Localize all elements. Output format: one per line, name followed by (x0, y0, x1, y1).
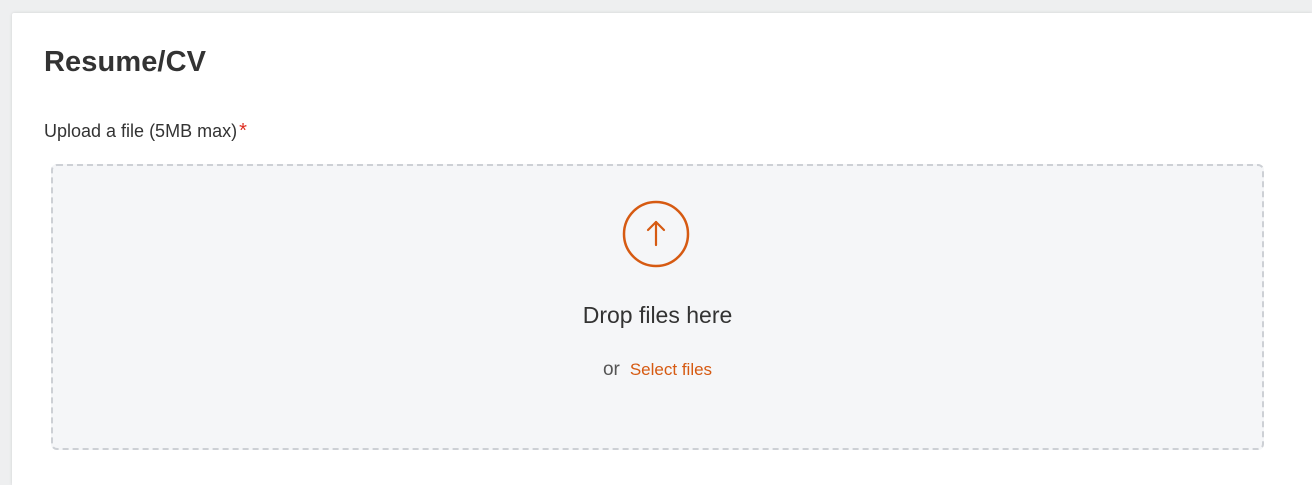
or-text: or (602, 359, 620, 380)
drop-files-text: Drop files here (582, 302, 733, 328)
upload-label-text: Upload a file (5MB max) (44, 121, 238, 141)
section-title: Resume/CV (44, 46, 207, 78)
resume-section-card: Resume/CV Upload a file (5MB max) * Drop … (12, 13, 1312, 485)
select-files-button[interactable]: Select files (630, 360, 712, 379)
select-files-row: or Select files (53, 359, 1262, 381)
page: Resume/CV Upload a file (5MB max) * Drop … (0, 0, 1312, 485)
upload-arrow-icon[interactable] (622, 200, 690, 268)
required-indicator: * (239, 120, 247, 142)
upload-field-label: Upload a file (5MB max) * (44, 120, 247, 143)
file-dropzone[interactable]: Drop files here or Select files (51, 164, 1264, 450)
